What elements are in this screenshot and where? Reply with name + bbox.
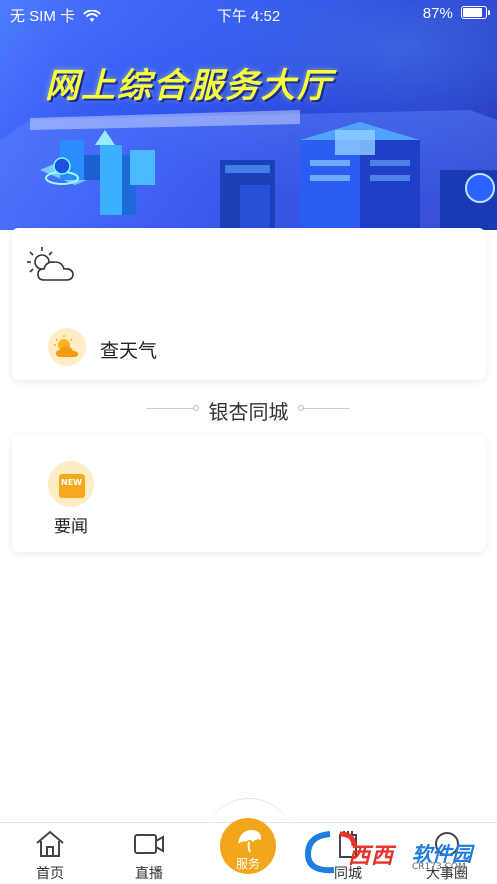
section-title: 银杏同城	[208, 400, 289, 424]
divider-right	[302, 408, 350, 409]
tab-service-label: 服务	[235, 857, 260, 871]
tab-home-label: 首页	[36, 866, 64, 882]
news-card: NEW 要闻	[12, 434, 485, 552]
watermark-url: CR173.COM	[412, 862, 466, 872]
status-bar: 无 SIM 卡 下午 4:52 87%	[0, 0, 497, 28]
weather-card: 查天气	[12, 228, 485, 380]
tab-live[interactable]: 直播	[109, 823, 189, 884]
tab-home[interactable]: 首页	[10, 823, 90, 884]
video-camera-icon	[134, 834, 164, 854]
check-weather-label: 查天气	[100, 340, 158, 362]
news-label: 要闻	[54, 517, 88, 537]
city-illustration	[0, 110, 497, 230]
battery-percent: 87%	[422, 5, 453, 22]
sun-cloud-icon	[54, 335, 78, 357]
new-badge: NEW	[61, 478, 82, 487]
watermark-brand-red: 西西	[348, 844, 395, 869]
weather-icon-circle	[48, 328, 86, 366]
tab-live-label: 直播	[135, 866, 163, 882]
home-icon	[36, 830, 64, 857]
hero-banner[interactable]: 网上综合服务大厅	[0, 0, 497, 230]
partly-cloudy-icon	[27, 247, 74, 281]
banner-title: 网上综合服务大厅	[45, 66, 333, 106]
battery-icon	[461, 6, 490, 19]
battery-status: 87%	[422, 5, 490, 22]
